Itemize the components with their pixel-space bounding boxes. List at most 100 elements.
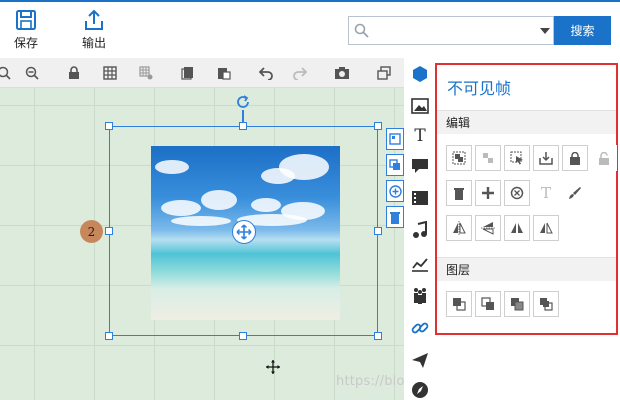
delete-tool-button[interactable] — [386, 206, 404, 228]
resize-handle-w[interactable] — [105, 227, 113, 235]
mirror-right-button[interactable] — [533, 215, 559, 241]
paste-icon[interactable] — [216, 65, 232, 81]
save-icon — [16, 10, 36, 30]
zoom-out-icon[interactable] — [24, 65, 40, 81]
bring-to-front-button[interactable] — [446, 291, 472, 317]
image-icon[interactable] — [410, 96, 430, 116]
add-circle-icon — [389, 184, 402, 198]
plane-icon[interactable] — [410, 350, 430, 370]
callout-icon[interactable] — [410, 156, 430, 176]
search-icon — [354, 23, 369, 38]
zoom-in-icon[interactable] — [0, 65, 12, 81]
brush-icon — [569, 187, 581, 199]
export-icon — [85, 9, 103, 30]
replace-tool-button[interactable] — [386, 154, 404, 176]
element-type-bar: T — [406, 60, 434, 400]
group-button[interactable] — [446, 145, 472, 171]
bring-to-front-icon — [453, 298, 466, 311]
resize-handle-nw[interactable] — [105, 122, 113, 130]
format-brush-button[interactable] — [562, 180, 588, 206]
select-group-button[interactable] — [504, 145, 530, 171]
mirror-left-icon — [511, 223, 523, 233]
page-number-badge[interactable]: 2 — [80, 220, 103, 243]
send-to-back-button[interactable] — [533, 291, 559, 317]
video-icon[interactable] — [410, 188, 430, 208]
property-panel: 不可见帧 编辑 T 图层 — [435, 63, 618, 335]
select-group-icon — [510, 151, 523, 165]
lock-icon — [570, 151, 580, 165]
lock-element-button[interactable] — [562, 145, 588, 171]
delete-element-button[interactable] — [446, 180, 472, 206]
resize-handle-n[interactable] — [239, 122, 247, 130]
section-edit-header: 编辑 — [437, 110, 616, 134]
mirror-right-icon — [540, 222, 553, 234]
tray-down-icon — [539, 152, 553, 165]
save-to-library-button[interactable] — [533, 145, 559, 171]
resize-handle-se[interactable] — [374, 332, 382, 340]
trash-icon — [390, 211, 400, 224]
shapes-icon[interactable] — [410, 64, 430, 84]
lock-icon[interactable] — [66, 65, 82, 81]
ungroup-icon — [483, 153, 493, 163]
bring-forward-icon — [481, 297, 494, 310]
crop-tool-button[interactable] — [386, 128, 404, 150]
flip-vertical-button[interactable] — [475, 215, 501, 241]
resize-handle-s[interactable] — [239, 332, 247, 340]
resize-handle-sw[interactable] — [105, 332, 113, 340]
edit-toolbar — [0, 58, 404, 88]
window-icon[interactable] — [376, 65, 392, 81]
crop-icon — [389, 133, 401, 145]
resize-handle-ne[interactable] — [374, 122, 382, 130]
chevron-down-icon[interactable] — [540, 28, 550, 35]
unlock-icon — [599, 151, 609, 165]
unlock-element-button[interactable] — [591, 145, 617, 171]
plus-icon — [482, 187, 494, 199]
move-cursor-icon — [266, 360, 280, 374]
search-box[interactable] — [348, 16, 554, 45]
camera-icon[interactable] — [334, 65, 350, 81]
people-icon[interactable] — [410, 286, 430, 306]
section-layer-header: 图层 — [437, 257, 616, 281]
flip-vertical-icon — [481, 222, 495, 235]
text-icon[interactable]: T — [410, 126, 430, 146]
search-button[interactable]: 搜索 — [554, 16, 611, 45]
resize-handle-e[interactable] — [374, 227, 382, 235]
link-icon[interactable] — [410, 318, 430, 338]
ungroup-button[interactable] — [475, 145, 501, 171]
rotate-reset-icon — [510, 186, 524, 200]
copy-icon[interactable] — [180, 65, 196, 81]
redo-icon[interactable] — [292, 65, 308, 81]
send-backward-button[interactable] — [504, 291, 530, 317]
send-backward-icon — [511, 298, 524, 311]
top-accent-line — [0, 0, 620, 2]
group-icon — [452, 151, 466, 165]
text-style-icon: T — [540, 184, 551, 202]
move-icon — [236, 224, 252, 240]
mirror-left-button[interactable] — [504, 215, 530, 241]
export-button[interactable]: 输出 — [82, 9, 106, 51]
canvas-area[interactable]: 2 https://blog.csdn.net/weixin_43744600 — [0, 88, 404, 400]
add-element-button[interactable] — [475, 180, 501, 206]
export-label: 输出 — [82, 36, 107, 50]
watermark-text: https://blog.csdn.net/weixin_43744600 — [336, 374, 404, 389]
flip-horizontal-icon — [453, 221, 466, 235]
undo-icon[interactable] — [258, 65, 274, 81]
grid-settings-icon[interactable] — [138, 65, 154, 81]
save-label: 保存 — [14, 36, 39, 50]
rotate-icon[interactable] — [235, 94, 251, 110]
rotate-reset-button[interactable] — [504, 180, 530, 206]
save-button[interactable]: 保存 — [14, 9, 38, 51]
bring-forward-button[interactable] — [475, 291, 501, 317]
add-tool-button[interactable] — [386, 180, 404, 202]
panel-title: 不可见帧 — [447, 79, 512, 98]
move-handle[interactable] — [232, 220, 256, 244]
grid-icon[interactable] — [102, 65, 118, 81]
send-to-back-icon — [540, 298, 553, 311]
compass-icon[interactable] — [410, 380, 430, 400]
chart-icon[interactable] — [410, 254, 430, 274]
music-icon[interactable] — [410, 220, 430, 240]
search-input[interactable] — [373, 17, 523, 44]
text-style-button[interactable]: T — [533, 180, 559, 206]
trash-icon — [454, 187, 464, 200]
flip-horizontal-button[interactable] — [446, 215, 472, 241]
